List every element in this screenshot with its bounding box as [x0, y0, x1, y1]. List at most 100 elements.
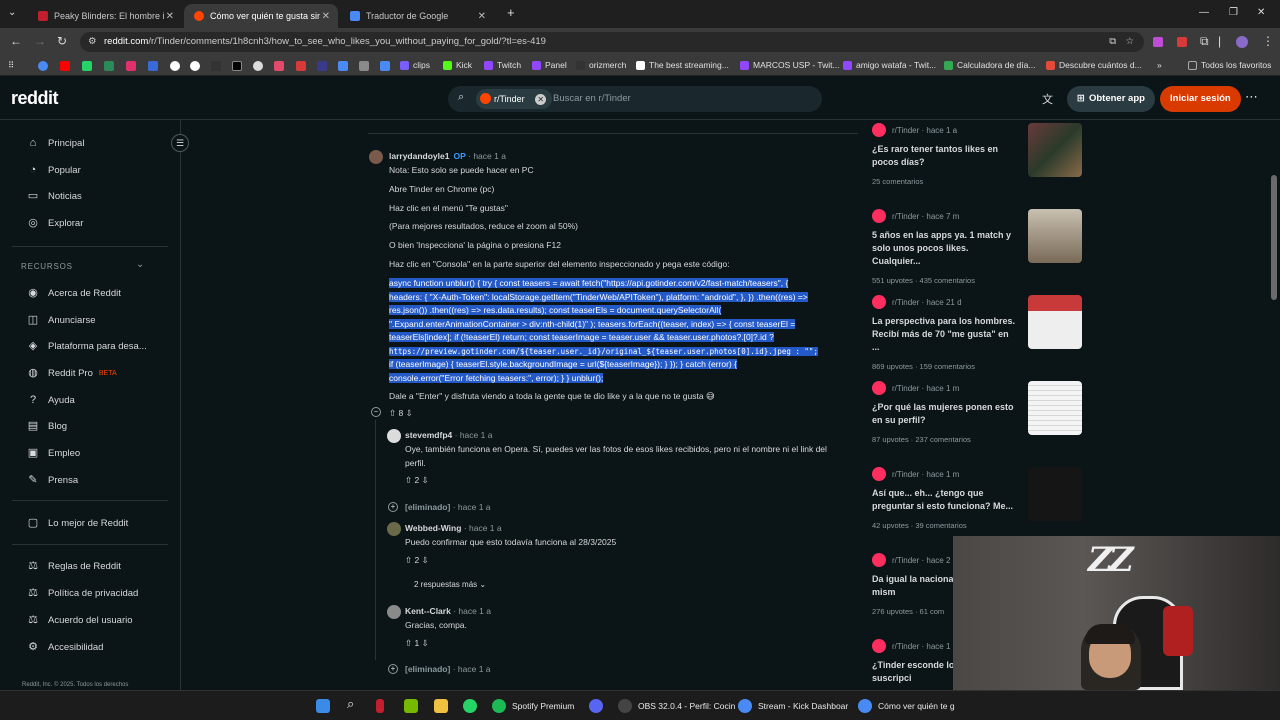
sidebar-item-popular[interactable]: ◔ Popular	[26, 163, 81, 177]
google-bookmark-icon[interactable]	[38, 61, 48, 71]
search-icon[interactable]: ⌕	[347, 696, 354, 712]
github-bookmark-icon[interactable]	[190, 61, 200, 71]
bookmark-orizmerch[interactable]: orizmerch	[576, 60, 626, 70]
clear-chip-icon[interactable]: ✕	[535, 94, 547, 105]
related-post[interactable]: r/Tinder · hace 1 m ¿Por qué las mujeres…	[872, 381, 1017, 444]
related-post[interactable]: r/Tinder · hace 7 m 5 años en las apps y…	[872, 209, 1017, 285]
sidebar-item-blog[interactable]: ▤ Blog	[26, 419, 67, 433]
related-post-title[interactable]: La perspectiva para los hombres. Recibí …	[872, 315, 1017, 354]
sidebar-item-noticias[interactable]: ▭ Noticias	[26, 189, 82, 203]
more-replies-button[interactable]: 2 respuestas más ⌄	[414, 578, 486, 592]
taskbar-reddit-window[interactable]: Cómo ver quién te g	[858, 699, 955, 713]
avatar[interactable]	[387, 605, 401, 619]
sidebar-item-explorar[interactable]: ◎ Explorar	[26, 216, 83, 230]
downvote-icon[interactable]: ⇩	[422, 555, 429, 565]
extensions-puzzle-icon[interactable]: ⧉	[1200, 34, 1209, 49]
downvote-icon[interactable]: ⇩	[422, 475, 429, 485]
profile-avatar[interactable]	[1236, 36, 1248, 48]
downvote-icon[interactable]: ⇩	[406, 408, 413, 418]
windows-start-icon[interactable]	[316, 699, 330, 713]
chevron-up-icon[interactable]: ⌄	[136, 259, 144, 270]
get-app-button[interactable]: ⊞ Obtener app	[1067, 86, 1155, 112]
url-field[interactable]: ⚙ reddit.com/r/Tinder/comments/1h8cnh3/h…	[80, 32, 1144, 52]
related-post-thumbnail[interactable]	[1028, 209, 1082, 263]
upvote-icon[interactable]: ⇧	[405, 555, 412, 565]
bookmark-all-favorites[interactable]: Todos los favoritos	[1188, 60, 1271, 70]
bookmark-descubre[interactable]: Descubre cuántos d...	[1046, 60, 1142, 70]
taskbar-kick-dashboard[interactable]: Stream - Kick Dashboar	[738, 699, 848, 713]
sidebar-item-developer-platform[interactable]: ◈ Plataforma para desa...	[26, 339, 147, 353]
bookmark-icon[interactable]	[317, 61, 327, 71]
new-tab-button[interactable]: +	[507, 5, 515, 20]
bookmark-icon[interactable]	[296, 61, 306, 71]
related-post-title[interactable]: 5 años en las apps ya. 1 match y solo un…	[872, 229, 1017, 268]
whatsapp-icon[interactable]	[463, 699, 477, 713]
expand-thread-icon[interactable]: +	[388, 502, 398, 512]
avatar[interactable]	[387, 522, 401, 536]
upvote-icon[interactable]: ⇧	[405, 638, 412, 648]
collapse-thread-icon[interactable]: −	[371, 407, 381, 417]
resources-heading[interactable]: RECURSOS	[21, 262, 73, 271]
bookmark-clips[interactable]: clips	[400, 60, 430, 70]
comment-author[interactable]: larrydandoyle1	[389, 151, 449, 161]
related-post-thumbnail[interactable]	[1028, 381, 1082, 435]
bookmark-icon[interactable]	[170, 61, 180, 71]
bookmark-icon[interactable]	[104, 61, 114, 71]
bookmark-star-icon[interactable]: ☆	[1125, 32, 1134, 52]
sidebar-item-privacy[interactable]: ⚖ Política de privacidad	[26, 586, 138, 600]
search-bar[interactable]: ⌕ r/Tinder ✕ Buscar en r/Tinder	[448, 86, 822, 112]
subreddit-filter-chip[interactable]: r/Tinder ✕	[476, 89, 553, 109]
taskbar-spotify[interactable]: Spotify Premium	[492, 699, 574, 713]
tab-reddit[interactable]: Cómo ver quién te gusta sin pagar ✕	[184, 4, 338, 28]
downvote-icon[interactable]: ⇩	[422, 638, 429, 648]
whatsapp-bookmark-icon[interactable]	[82, 61, 92, 71]
tab-google-translate[interactable]: Traductor de Google ✕	[340, 4, 494, 28]
related-post-title[interactable]: ¿Por qué las mujeres ponen esto en su pe…	[872, 401, 1017, 427]
sidebar-item-accessibility[interactable]: ⚙ Accesibilidad	[26, 640, 103, 654]
collapse-sidebar-icon[interactable]: ☰	[171, 134, 189, 152]
bookmark-icon[interactable]	[211, 61, 221, 71]
bookmark-icon[interactable]	[253, 61, 263, 71]
sidebar-item-principal[interactable]: ⌂ Principal	[26, 136, 85, 150]
minimize-button[interactable]: —	[1199, 7, 1209, 18]
instagram-bookmark-icon[interactable]	[126, 61, 136, 71]
bookmark-icon[interactable]	[380, 61, 390, 71]
sidebar-item-advertise[interactable]: ◫ Anunciarse	[26, 313, 96, 327]
related-post[interactable]: r/Tinder · hace 1 a ¿Es raro tener tanto…	[872, 123, 1017, 186]
extension-icon[interactable]	[1153, 37, 1163, 47]
upvote-icon[interactable]: ⇧	[389, 408, 396, 418]
related-post-thumbnail[interactable]	[1028, 467, 1082, 521]
tiktok-bookmark-icon[interactable]	[232, 61, 242, 71]
sidebar-item-best-of-reddit[interactable]: ▢ Lo mejor de Reddit	[26, 516, 128, 530]
netflix-icon[interactable]	[376, 699, 384, 713]
close-window-button[interactable]: ✕	[1257, 7, 1265, 18]
comment-author[interactable]: Webbed-Wing	[405, 523, 461, 533]
bookmark-streaming[interactable]: The best streaming...	[636, 60, 729, 70]
maximize-button[interactable]: ❐	[1229, 7, 1238, 18]
sidebar-item-rules[interactable]: ⚖ Reglas de Reddit	[26, 559, 121, 573]
comment-author[interactable]: Kent--Clark	[405, 606, 451, 616]
bookmark-icon[interactable]	[148, 61, 158, 71]
sidebar-item-about[interactable]: ◉ Acerca de Reddit	[26, 286, 121, 300]
tab-search-icon[interactable]: ⌄	[8, 7, 16, 18]
bookmark-panel[interactable]: Panel	[532, 60, 567, 70]
sidebar-item-press[interactable]: ✎ Prensa	[26, 473, 78, 487]
related-post-title[interactable]: ¿Es raro tener tantos likes en pocos día…	[872, 143, 1017, 169]
related-post-thumbnail[interactable]	[1028, 295, 1082, 349]
install-icon[interactable]: ⧉	[1109, 32, 1116, 52]
translate-icon[interactable]: 文	[1042, 91, 1053, 107]
youtube-bookmark-icon[interactable]	[60, 61, 70, 71]
close-tab-icon[interactable]: ✕	[322, 11, 330, 22]
bookmark-kick[interactable]: Kick	[443, 60, 472, 70]
avatar[interactable]	[387, 429, 401, 443]
more-bookmarks-icon[interactable]: »	[1157, 60, 1162, 70]
bookmark-amigo-watafa[interactable]: amigo watafa - Twit...	[843, 60, 936, 70]
bookmark-twitch[interactable]: Twitch	[484, 60, 521, 70]
related-post-title[interactable]: Así que... eh... ¿tengo que preguntar si…	[872, 487, 1017, 513]
discord-icon[interactable]	[589, 699, 603, 713]
expand-thread-icon[interactable]: +	[388, 664, 398, 674]
bookmark-icon[interactable]	[274, 61, 284, 71]
sidebar-item-user-agreement[interactable]: ⚖ Acuerdo del usuario	[26, 613, 132, 627]
more-options-icon[interactable]: ⋯	[1245, 89, 1258, 105]
close-tab-icon[interactable]: ✕	[166, 11, 174, 22]
